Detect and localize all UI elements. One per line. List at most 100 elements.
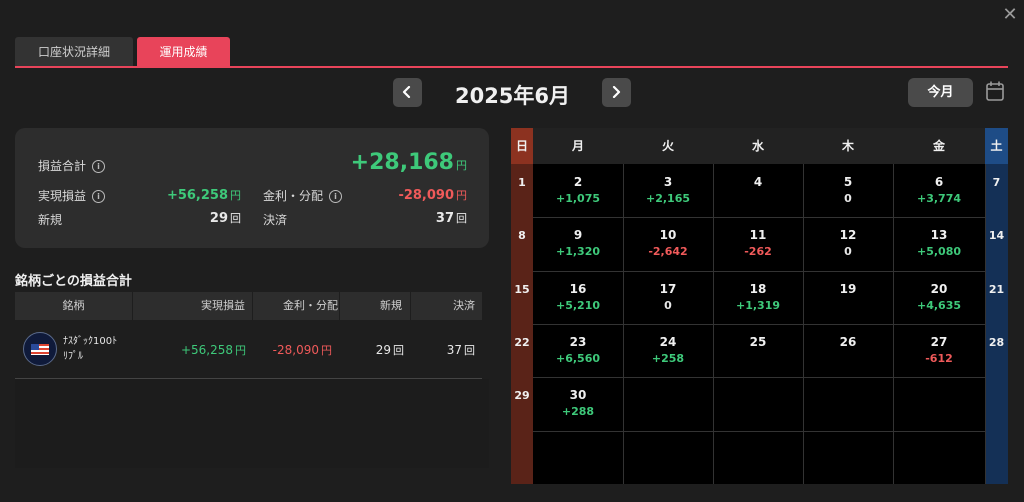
day-date[interactable]: 12 xyxy=(803,228,893,242)
chevron-right-icon xyxy=(612,86,621,98)
settle-count-value: 37 回 xyxy=(435,211,467,226)
tab-account-details[interactable]: 口座状況詳細 xyxy=(15,37,133,67)
weekday-header: 日 xyxy=(515,139,528,153)
day-date[interactable]: 3 xyxy=(623,175,713,189)
us-flag-icon xyxy=(23,332,57,366)
summary-card: 損益合計 i +28,168 円 実現損益 i +56,258 円 金利・分配 i -28… xyxy=(15,128,489,248)
calendar-grid: 日月火水木金土 1 7 2 +1,075 3 +2,165 4 5 0 6 +3,774 8 14 9 +1,… xyxy=(511,128,1008,484)
sunday-date: 1 xyxy=(518,176,526,189)
day-pl-value: +6,560 xyxy=(555,351,600,365)
settle-count-label: 決済 xyxy=(263,213,288,227)
day-date[interactable]: 25 xyxy=(713,335,803,349)
day-pl-value: +288 xyxy=(561,405,595,419)
sunday-date: 15 xyxy=(514,282,530,296)
saturday-date: 21 xyxy=(988,282,1005,296)
day-pl-value: +1,320 xyxy=(555,245,600,259)
day-date[interactable]: 18 xyxy=(713,282,803,296)
day-pl-value: +5,210 xyxy=(555,298,600,312)
prev-month-button[interactable] xyxy=(393,78,422,107)
weekday-header: 土 xyxy=(990,139,1003,153)
day-pl-value: -262 xyxy=(744,245,772,259)
day-date[interactable]: 5 xyxy=(803,175,893,189)
day-pl-value: -612 xyxy=(925,351,953,365)
info-icon[interactable]: i xyxy=(92,160,106,173)
interest-value: -28,090 円 xyxy=(398,188,467,203)
table-row[interactable]: ﾅｽﾀﾞｯｸ100ﾄ ﾘﾌﾟﾙ +56,258 円 -28,090 円 29 回 37… xyxy=(15,320,482,379)
day-date[interactable]: 20 xyxy=(893,282,985,296)
day-date[interactable]: 2 xyxy=(533,175,623,189)
col-interest: 金利・分配 xyxy=(283,299,338,312)
day-pl-value: +4,635 xyxy=(916,298,961,312)
table-header: 銘柄 実現損益 金利・分配 新規 決済 xyxy=(15,292,482,320)
day-date[interactable]: 27 xyxy=(893,335,985,349)
grid-line xyxy=(533,430,985,432)
grid-line xyxy=(985,164,986,484)
saturday-date: 7 xyxy=(992,176,1001,189)
day-date[interactable]: 23 xyxy=(533,335,623,349)
realized-pl-value: +56,258 円 xyxy=(166,188,241,203)
day-date[interactable]: 6 xyxy=(893,175,985,189)
info-icon[interactable]: i xyxy=(329,190,343,203)
day-pl-value: 0 xyxy=(844,245,852,259)
day-pl-value: 0 xyxy=(844,192,852,205)
new-count-value: 29 回 xyxy=(209,211,241,226)
day-pl-value: +1,319 xyxy=(735,298,780,312)
grid-line xyxy=(533,217,985,219)
weekday-header: 金 xyxy=(893,128,985,164)
total-pl-label: 損益合計 i xyxy=(38,157,106,174)
flag-graphic xyxy=(31,344,49,355)
grid-line xyxy=(533,323,985,325)
day-date[interactable]: 13 xyxy=(893,228,985,242)
day-pl-value: +258 xyxy=(651,351,685,365)
row-interest: -28,090 円 xyxy=(272,343,332,357)
day-pl-value: +2,165 xyxy=(645,192,690,205)
day-pl-value: +3,774 xyxy=(916,192,961,205)
col-settle: 決済 xyxy=(453,299,475,312)
sunday-date: 29 xyxy=(514,389,530,403)
weekday-header: 月 xyxy=(533,128,623,164)
day-pl-value: 0 xyxy=(664,298,672,312)
total-pl-value: +28,168 円 xyxy=(350,150,467,175)
row-settle: 37 回 xyxy=(446,343,475,357)
info-icon[interactable]: i xyxy=(92,190,106,203)
sunday-date: 8 xyxy=(518,229,526,243)
day-date[interactable]: 26 xyxy=(803,335,893,349)
day-date[interactable]: 24 xyxy=(623,335,713,349)
day-date[interactable]: 11 xyxy=(713,228,803,242)
day-date[interactable]: 16 xyxy=(533,282,623,296)
col-symbol: 銘柄 xyxy=(62,299,85,312)
day-pl-value: +5,080 xyxy=(916,245,961,259)
interest-label: 金利・分配 i xyxy=(263,187,343,204)
grid-line xyxy=(533,270,985,272)
day-date[interactable]: 30 xyxy=(533,388,623,402)
new-count-label: 新規 xyxy=(38,213,63,227)
day-date[interactable]: 19 xyxy=(803,282,893,296)
current-month: 2025年6月 xyxy=(454,84,571,108)
tab-performance[interactable]: 運用成績 xyxy=(137,37,230,67)
grid-line xyxy=(533,377,985,379)
tab-underline xyxy=(15,66,1008,68)
calendar-icon[interactable] xyxy=(985,80,1005,102)
col-new: 新規 xyxy=(380,299,402,312)
symbol-pl-title: 銘柄ごとの損益合計 xyxy=(15,274,132,289)
next-month-button[interactable] xyxy=(602,78,631,107)
row-new: 29 回 xyxy=(375,343,404,357)
day-date[interactable]: 17 xyxy=(623,282,713,296)
day-date[interactable]: 10 xyxy=(623,228,713,242)
chevron-left-icon xyxy=(402,86,411,98)
saturday-date: 28 xyxy=(988,335,1005,349)
day-pl-value: +1,075 xyxy=(555,192,600,205)
day-pl-value: -2,642 xyxy=(648,245,688,259)
weekday-header: 水 xyxy=(713,128,803,164)
this-month-button[interactable]: 今月 xyxy=(908,78,973,107)
close-icon[interactable]: ✕ xyxy=(1002,6,1018,24)
day-date[interactable]: 9 xyxy=(533,228,623,242)
symbol-name: ﾅｽﾀﾞｯｸ100ﾄ ﾘﾌﾟﾙ xyxy=(63,336,118,362)
sunday-date: 22 xyxy=(514,335,530,349)
table-empty-area xyxy=(15,379,489,468)
weekday-header: 火 xyxy=(623,128,713,164)
col-realized: 実現損益 xyxy=(201,299,245,312)
saturday-date: 14 xyxy=(988,229,1005,243)
realized-pl-label: 実現損益 i xyxy=(38,187,106,204)
day-date[interactable]: 4 xyxy=(713,175,803,189)
